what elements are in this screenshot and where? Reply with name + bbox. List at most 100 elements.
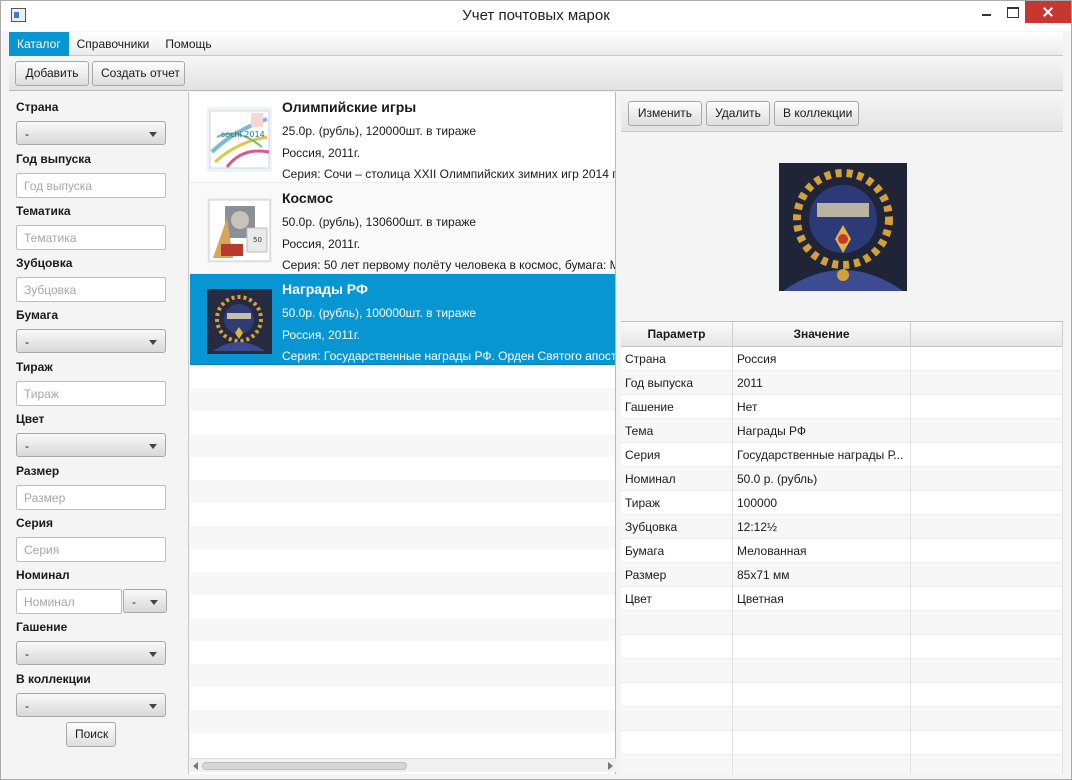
theme-input[interactable]: [16, 225, 166, 250]
cancellation-select-value: -: [25, 647, 29, 661]
chevron-down-icon: [149, 132, 157, 137]
empty-table-row: [621, 707, 1063, 731]
param-name: Серия: [621, 443, 733, 467]
empty-cell: [911, 539, 1063, 563]
scrollbar-thumb[interactable]: [202, 762, 407, 770]
empty-cell: [911, 443, 1063, 467]
denomination-input[interactable]: [16, 589, 122, 614]
stamp-series-line: Серия: Государственные награды РФ. Орден…: [282, 349, 616, 363]
menu-catalog[interactable]: Каталог: [9, 32, 69, 56]
horizontal-scrollbar[interactable]: [190, 758, 616, 772]
color-label: Цвет: [16, 412, 45, 426]
search-button[interactable]: Поиск: [66, 722, 116, 747]
table-row[interactable]: Тема Награды РФ: [621, 419, 1063, 443]
paper-select-value: -: [25, 335, 29, 349]
stamp-thumbnail: sochi 2014: [207, 107, 272, 172]
in-collection-select-value: -: [25, 699, 29, 713]
add-to-collection-button[interactable]: В коллекции: [774, 101, 859, 126]
edit-button[interactable]: Изменить: [628, 101, 702, 126]
cancellation-select[interactable]: -: [16, 641, 166, 665]
filter-panel: Страна - Год выпуска Тематика Зубцовка Б…: [9, 92, 189, 774]
table-header: Параметр Значение: [621, 322, 1063, 347]
table-row[interactable]: Номинал 50.0 р. (рубль): [621, 467, 1063, 491]
scroll-left-icon[interactable]: [193, 762, 198, 770]
empty-cell: [911, 347, 1063, 371]
table-row[interactable]: Серия Государственные награды Р...: [621, 443, 1063, 467]
menu-references[interactable]: Справочники: [69, 32, 158, 56]
in-collection-select[interactable]: -: [16, 693, 166, 717]
color-select[interactable]: -: [16, 433, 166, 457]
param-value: 100000: [733, 491, 911, 515]
table-row[interactable]: Страна Россия: [621, 347, 1063, 371]
stamp-price-line: 50.0р. (рубль), 100000шт. в тираже: [282, 306, 477, 320]
empty-cell: [911, 563, 1063, 587]
table-row[interactable]: Цвет Цветная: [621, 587, 1063, 611]
detail-panel: Изменить Удалить В коллекции Параметр Зн…: [621, 92, 1063, 774]
add-button[interactable]: Добавить: [15, 61, 89, 86]
column-header-parameter[interactable]: Параметр: [621, 322, 733, 347]
currency-select-value: -: [132, 595, 136, 609]
print-run-input[interactable]: [16, 381, 166, 406]
table-row[interactable]: Бумага Мелованная: [621, 539, 1063, 563]
scroll-right-icon[interactable]: [608, 762, 613, 770]
chevron-down-icon: [149, 704, 157, 709]
table-row[interactable]: Год выпуска 2011: [621, 371, 1063, 395]
param-name: Гашение: [621, 395, 733, 419]
param-value: 50.0 р. (рубль): [733, 467, 911, 491]
close-button[interactable]: [1025, 1, 1071, 23]
series-input[interactable]: [16, 537, 166, 562]
param-name: Зубцовка: [621, 515, 733, 539]
perforation-input[interactable]: [16, 277, 166, 302]
series-label: Серия: [16, 516, 54, 530]
stamp-list[interactable]: sochi 2014 Олимпийские игры 25.0р. (рубл…: [190, 92, 616, 774]
chevron-down-icon: [149, 652, 157, 657]
empty-row: [190, 572, 615, 595]
empty-row: [190, 618, 615, 641]
denomination-label: Номинал: [16, 568, 70, 582]
detail-toolbar: Изменить Удалить В коллекции: [621, 92, 1063, 132]
column-header-value[interactable]: Значение: [733, 322, 911, 347]
create-report-button[interactable]: Создать отчет: [92, 61, 185, 86]
in-collection-label: В коллекции: [16, 672, 91, 686]
list-item[interactable]: 50 Космос 50.0р. (рубль), 130600шт. в ти…: [190, 183, 615, 274]
param-value: Награды РФ: [733, 419, 911, 443]
table-row[interactable]: Зубцовка 12:12½: [621, 515, 1063, 539]
app-window: Учет почтовых марок Каталог Справочники По…: [0, 0, 1072, 780]
list-item-selected[interactable]: Награды РФ 50.0р. (рубль), 100000шт. в т…: [190, 274, 616, 365]
maximize-button[interactable]: [999, 1, 1025, 23]
empty-cell: [911, 491, 1063, 515]
theme-label: Тематика: [16, 204, 71, 218]
table-row[interactable]: Гашение Нет: [621, 395, 1063, 419]
stamp-price-line: 50.0р. (рубль), 130600шт. в тираже: [282, 215, 477, 229]
param-value: 2011: [733, 371, 911, 395]
table-row[interactable]: Размер 85x71 мм: [621, 563, 1063, 587]
list-item[interactable]: sochi 2014 Олимпийские игры 25.0р. (рубл…: [190, 92, 616, 183]
paper-select[interactable]: -: [16, 329, 166, 353]
param-value: Государственные награды Р...: [733, 443, 911, 467]
year-input[interactable]: [16, 173, 166, 198]
param-value: Нет: [733, 395, 911, 419]
stamp-title: Олимпийские игры: [282, 99, 417, 115]
menu-help[interactable]: Помощь: [157, 32, 219, 56]
year-label: Год выпуска: [16, 152, 91, 166]
minimize-button[interactable]: [973, 1, 999, 23]
stamp-price-line: 25.0р. (рубль), 120000шт. в тираже: [282, 124, 477, 138]
empty-cell: [911, 395, 1063, 419]
size-input[interactable]: [16, 485, 166, 510]
param-value: 85x71 мм: [733, 563, 911, 587]
delete-button[interactable]: Удалить: [706, 101, 770, 126]
param-name: Тираж: [621, 491, 733, 515]
chevron-down-icon: [150, 600, 158, 605]
param-name: Тема: [621, 419, 733, 443]
table-row[interactable]: Тираж 100000: [621, 491, 1063, 515]
empty-cell: [911, 587, 1063, 611]
country-select-value: -: [25, 127, 29, 141]
stamp-title: Космос: [282, 190, 334, 206]
country-select[interactable]: -: [16, 121, 166, 145]
stamp-preview-image: [779, 163, 907, 291]
currency-select[interactable]: -: [123, 589, 167, 613]
param-name: Размер: [621, 563, 733, 587]
empty-row: [190, 480, 615, 503]
empty-row: [190, 664, 615, 687]
stamp-series-line: Серия: Сочи – столица XXII Олимпийских з…: [282, 167, 616, 181]
